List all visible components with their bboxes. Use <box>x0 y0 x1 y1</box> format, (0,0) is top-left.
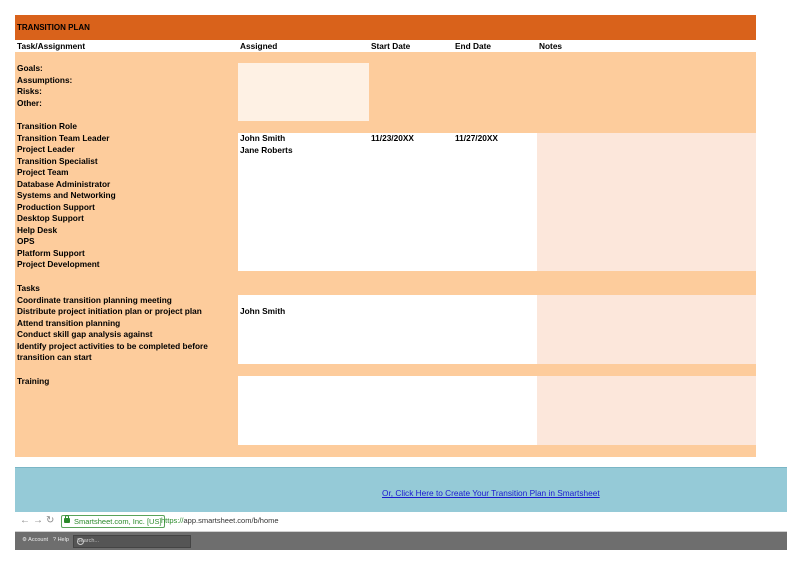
training-heading: Training <box>17 376 50 386</box>
app-toolbar: ⚙ Account ? Help Search... <box>15 532 787 550</box>
roles-heading: Transition Role <box>17 121 77 131</box>
browser-url-bar: ← → ↻ Smartsheet.com, Inc. [US] https://… <box>15 512 787 532</box>
url-text: app.smartsheet.com/b/home <box>183 516 279 525</box>
header-start-date: Start Date <box>371 41 411 51</box>
role-item: Project Team <box>17 167 69 177</box>
overview-list: Goals: Assumptions: Risks: Other: <box>17 63 72 109</box>
training-assignment-area[interactable] <box>238 376 537 445</box>
roles-list: Transition Role Transition Team Leader P… <box>17 121 116 271</box>
lock-icon <box>64 515 70 523</box>
header-end-date: End Date <box>455 41 491 51</box>
training-notes-area[interactable] <box>537 376 756 445</box>
promo-banner: Or, Click Here to Create Your Transition… <box>15 467 787 512</box>
search-icon[interactable] <box>77 538 84 545</box>
roles-notes-area[interactable] <box>537 133 756 271</box>
forward-arrow-icon[interactable]: → <box>33 515 43 526</box>
secure-site-badge[interactable]: Smartsheet.com, Inc. [US] <box>61 515 165 528</box>
task-item: Coordinate transition planning meeting <box>17 294 172 305</box>
role-item: Systems and Networking <box>17 190 116 200</box>
role-start-date: 11/23/20XX <box>371 133 414 143</box>
role-item: Project Development <box>17 259 100 269</box>
header-assigned: Assigned <box>240 41 278 51</box>
url-scheme: https:// <box>161 516 184 525</box>
overview-goals: Goals: <box>17 63 43 73</box>
role-item: Help Desk <box>17 224 58 235</box>
task-item: Identify project activities to be comple… <box>17 340 208 351</box>
role-item: Transition Specialist <box>17 155 98 166</box>
role-item: Platform Support <box>17 247 85 258</box>
task-item: Distribute project initiation plan or pr… <box>17 306 202 316</box>
role-end-date: 11/27/20XX <box>455 133 498 143</box>
role-item: Transition Team Leader <box>17 132 110 143</box>
task-item: Attend transition planning <box>17 317 121 328</box>
help-menu[interactable]: ? Help <box>53 537 69 543</box>
role-item: Database Administrator <box>17 178 111 189</box>
search-input[interactable]: Search... <box>73 535 191 548</box>
role-item: Production Support <box>17 201 95 212</box>
overview-input-box[interactable] <box>238 63 369 121</box>
overview-assumptions: Assumptions: <box>17 74 73 85</box>
create-plan-link[interactable]: Or, Click Here to Create Your Transition… <box>382 488 600 498</box>
overview-risks: Risks: <box>17 86 42 96</box>
tasks-notes-area[interactable] <box>537 295 756 364</box>
role-item: OPS <box>17 236 35 246</box>
role-item: Project Leader <box>17 144 75 154</box>
reload-icon[interactable]: ↻ <box>46 515 54 526</box>
address-field[interactable]: https://app.smartsheet.com/b/home <box>161 516 279 525</box>
task-assignee: John Smith <box>240 306 286 316</box>
role-item: Desktop Support <box>17 213 84 223</box>
secure-site-label: Smartsheet.com, Inc. [US] <box>74 517 162 526</box>
back-arrow-icon[interactable]: ← <box>20 515 30 526</box>
tasks-list: Tasks Coordinate transition planning mee… <box>17 283 208 364</box>
task-item: Conduct skill gap analysis against <box>17 329 153 339</box>
role-assignee: John Smith <box>240 133 286 143</box>
role-assignee: Jane Roberts <box>240 144 293 155</box>
header-notes: Notes <box>539 41 563 51</box>
task-item: transition can start <box>17 352 92 362</box>
title-bar <box>15 15 756 40</box>
document-title: TRANSITION PLAN <box>17 23 90 32</box>
header-task: Task/Assignment <box>17 41 86 51</box>
tasks-heading: Tasks <box>17 283 40 293</box>
account-menu[interactable]: ⚙ Account <box>22 537 48 543</box>
overview-other: Other: <box>17 97 42 108</box>
